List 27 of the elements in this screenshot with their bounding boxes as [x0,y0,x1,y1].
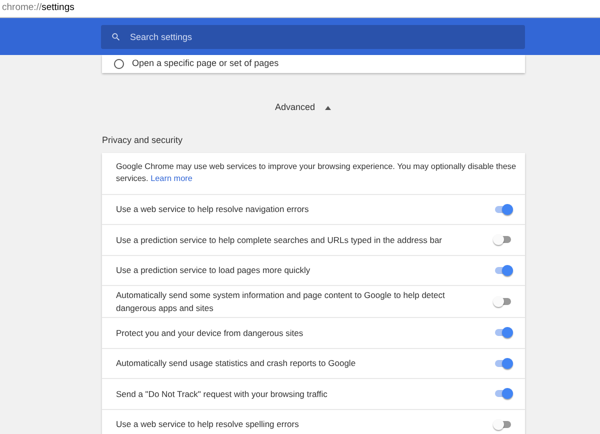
toggle-switch[interactable] [493,418,513,430]
setting-label: Use a prediction service to load pages more quickly [116,264,310,276]
radio-label: Open a specific page or set of pages [132,57,279,70]
setting-label: Use a web service to help resolve navigation errors [116,203,309,216]
radio-button[interactable] [114,59,124,69]
section-title: Privacy and security [102,134,184,147]
search-icon [111,32,121,42]
toggle-switch[interactable] [493,203,513,216]
setting-label: Use a web service to help resolve spelling errors [116,418,299,430]
advanced-toggle[interactable]: Advanced [274,101,332,115]
setting-label: Use a prediction service to help complete searches and URLs typed in the address bar [116,234,442,246]
toggle-switch[interactable] [493,264,513,276]
toggle-switch[interactable] [493,357,513,370]
url-scheme: chrome:// [2,1,42,16]
setting-label: Automatically send usage statistics and crash reports to Google [116,357,356,370]
learn-more-link[interactable]: Learn more [150,174,192,183]
setting-label: Send a "Do Not Track" request with your browsing traffic [116,388,328,400]
toggle-switch[interactable] [493,234,513,246]
toggle-switch[interactable] [493,326,513,339]
setting-label: Protect you and your device from dangerous sites [116,326,304,339]
toggle-switch[interactable] [493,388,513,400]
intro-text: Google Chrome may use web services to improve your browsing experience. You may optionally disable these services. Learn more [116,162,516,183]
url-path: settings [42,1,74,16]
setting-label: Automatically send some system information and page content to Google to help detect dangerous apps and sites [116,289,446,314]
toggle-switch[interactable] [493,296,513,308]
address-bar[interactable]: chrome://settings [0,0,600,18]
search-field[interactable]: Search settings [101,24,525,48]
